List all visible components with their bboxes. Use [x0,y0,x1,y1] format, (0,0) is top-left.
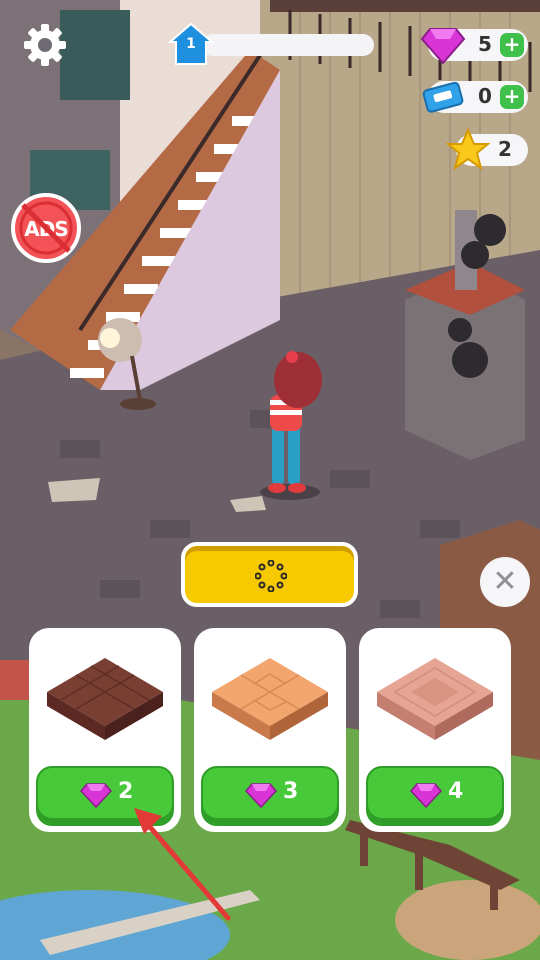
level-progress: 1 [168,22,378,68]
confirm-button[interactable] [181,542,358,607]
star-icon [446,128,490,171]
pink-tile-floor [377,658,493,740]
buy-button[interactable]: 4 [366,766,504,826]
price-label: 4 [448,779,464,804]
loading-spinner-icon [255,560,287,592]
close-button[interactable]: ✕ [480,557,530,607]
ticket-icon [422,81,464,113]
tutorial-arrow-icon [134,808,231,921]
light-oak-floor-tile [212,658,328,740]
settings-button[interactable] [22,22,68,68]
ticket-count: 0 [478,84,492,108]
add-tickets-button[interactable]: + [500,85,524,109]
close-icon: ✕ [492,564,518,599]
floor-option-card[interactable]: 4 [359,628,511,832]
no-ads-strike [21,203,71,253]
dark-walnut-floor-tile [47,658,163,740]
level-progress-bar [202,34,374,56]
star-count: 2 [498,137,512,161]
gem-count: 5 [478,32,492,56]
ticket-counter[interactable]: 0 + [422,81,528,113]
gem-counter[interactable]: 5 + [420,28,528,65]
gear-icon [24,24,66,66]
add-gems-button[interactable]: + [500,33,524,57]
price-label: 3 [283,779,299,804]
gem-icon [410,783,442,809]
gem-icon [420,28,466,65]
gem-icon [80,783,112,809]
star-counter: 2 [446,128,528,171]
level-number: 1 [186,36,196,52]
